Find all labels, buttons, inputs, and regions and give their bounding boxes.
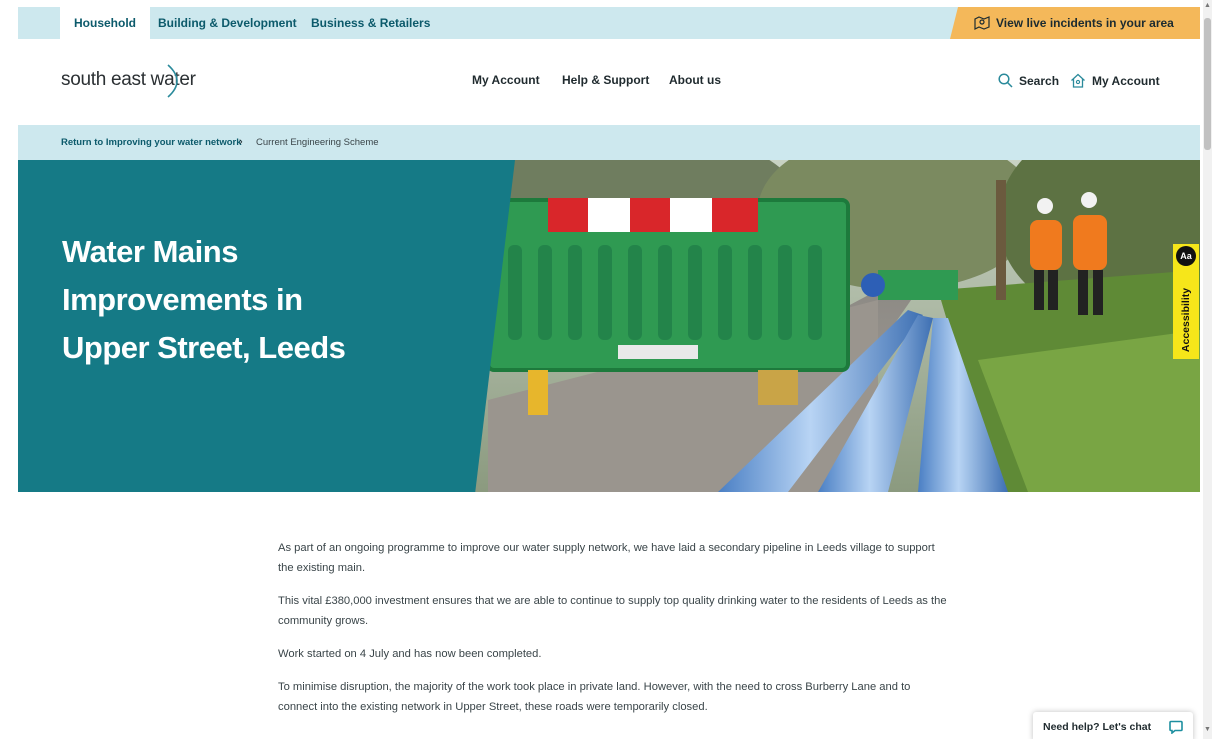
tab-building-development[interactable]: Building & Development xyxy=(144,7,311,39)
paragraph: This vital £380,000 investment ensures t… xyxy=(278,595,947,627)
scrollbar-thumb[interactable] xyxy=(1204,18,1211,150)
hero-banner: Water Mains Improvements in Upper Street… xyxy=(18,160,1200,492)
breadcrumb: Return to Improving your water network ›… xyxy=(18,125,1200,160)
scroll-up-arrow-icon[interactable]: ▲ xyxy=(1204,2,1211,9)
scroll-down-arrow-icon[interactable]: ▼ xyxy=(1204,726,1211,733)
accessibility-aa-icon: Aa xyxy=(1176,246,1196,266)
nav-my-account[interactable]: My Account xyxy=(472,73,540,87)
audience-bar: Household Building & Development Busines… xyxy=(18,7,1200,39)
accessibility-label: Accessibility xyxy=(1180,287,1192,353)
nav-about-us[interactable]: About us xyxy=(669,73,721,87)
breadcrumb-chevron-icon: › xyxy=(239,136,243,148)
page-title: Water Mains Improvements in Upper Street… xyxy=(62,234,346,365)
article-body: As part of an ongoing programme to impro… xyxy=(278,538,948,730)
live-incidents-link[interactable]: View live incidents in your area xyxy=(950,7,1200,39)
nav-help-support[interactable]: Help & Support xyxy=(562,73,649,87)
breadcrumb-current: Current Engineering Scheme xyxy=(256,137,379,148)
paragraph: Work started on 4 July and has now been … xyxy=(278,648,542,660)
chat-label: Need help? Let's chat xyxy=(1043,721,1152,733)
chat-bubble-icon xyxy=(1169,720,1183,734)
search-button[interactable]: Search xyxy=(998,73,1059,88)
tab-business-retailers[interactable]: Business & Retailers xyxy=(297,7,444,39)
account-label: My Account xyxy=(1092,73,1160,88)
live-incidents-label: View live incidents in your area xyxy=(996,16,1174,30)
account-button[interactable]: My Account xyxy=(1070,73,1160,88)
map-icon xyxy=(974,16,990,30)
breadcrumb-back-link[interactable]: Return to Improving your water network xyxy=(61,137,242,148)
search-label: Search xyxy=(1019,73,1060,88)
tab-household[interactable]: Household xyxy=(60,7,150,39)
home-icon xyxy=(1071,73,1085,88)
paragraph: As part of an ongoing programme to impro… xyxy=(278,542,935,574)
site-header: south east water My Account Help & Suppo… xyxy=(18,39,1200,125)
search-icon xyxy=(998,73,1013,88)
paragraph: To minimise disruption, the majority of … xyxy=(278,681,911,713)
chat-widget-button[interactable]: Need help? Let's chat xyxy=(1033,712,1193,739)
logo-swoosh-icon xyxy=(167,64,178,98)
